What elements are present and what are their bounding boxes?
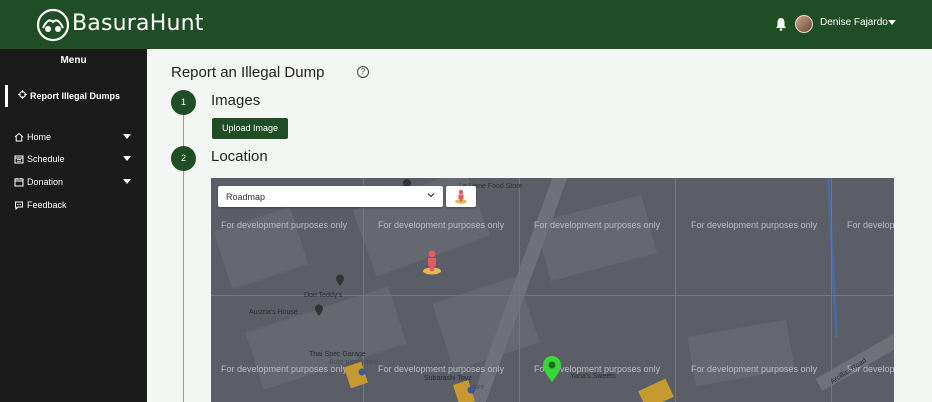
sidebar-item-feedback[interactable]: Feedback [14,199,134,213]
map-road [815,318,894,392]
dev-watermark: For development purposes only [847,220,894,230]
bell-icon[interactable] [775,17,787,31]
dev-watermark: For development purposes only [378,220,505,230]
map-type-select[interactable]: Roadmap [218,186,443,207]
help-icon[interactable]: ? [357,66,369,78]
home-icon [14,132,24,142]
dev-watermark: For development purposes only [691,220,818,230]
step-number: 2 [171,146,196,171]
map-poi-icon[interactable] [358,368,366,376]
poi-label: Don Teddy's [304,292,343,299]
dev-watermark: For development purposes only [534,220,661,230]
sidebar-item-home[interactable]: Home [14,131,134,145]
avatar[interactable] [795,15,813,33]
chevron-down-icon [427,193,435,198]
main-content: Report an Illegal Dump ? 1 Images Upload… [147,49,932,402]
calendar-icon [14,155,24,164]
map-building [638,378,674,402]
dev-watermark: For development purposes only [221,220,348,230]
feedback-icon [15,201,23,210]
step-connector [183,115,184,147]
poi-label: Yana's Sweets [570,373,616,380]
location-pin-icon[interactable] [541,355,563,383]
map-block [245,286,407,390]
chevron-down-icon[interactable] [123,134,131,139]
map-type-value: Roadmap [226,192,266,202]
map-tile-line [519,178,520,402]
sidebar-item-label: Feedback [27,200,67,210]
poi-label: Austria's House [249,309,298,316]
page-title: Report an Illegal Dump [171,64,325,81]
sidebar-item-label: Report Illegal Dumps [30,91,121,101]
pegman-icon[interactable] [421,249,443,275]
sidebar-item-label: Donation [27,177,64,187]
dev-watermark: For development purposes only [378,364,505,374]
chevron-down-icon[interactable] [123,156,131,161]
sidebar: Menu Report Illegal Dumps Home Schedule [0,49,147,402]
user-name[interactable]: Denise Fajardo [820,17,888,28]
poi-label: Thai Spec Garage [309,351,366,358]
crosshair-icon [18,90,27,99]
top-navbar: BasuraHunt Denise Fajardo [0,0,932,49]
step-connector [183,171,184,402]
sidebar-item-label: Schedule [27,154,65,164]
step-title: Images [211,92,261,109]
location-map[interactable]: For development purposes only For develo… [211,178,894,402]
street-view-button[interactable] [446,186,476,207]
sidebar-item-report-illegal-dumps[interactable]: Report Illegal Dumps [5,85,145,107]
upload-image-button[interactable]: Upload Image [212,118,288,139]
map-waterway [826,178,839,338]
calendar-icon [14,178,24,187]
map-poi-icon[interactable] [314,304,324,316]
map-poi-icon[interactable] [467,386,475,394]
pegman-icon [455,189,467,204]
caret-down-icon[interactable] [888,20,896,25]
map-tile-line [675,178,676,402]
sidebar-item-label: Home [27,132,52,142]
dev-watermark: For development purposes only [691,364,818,374]
map-block [687,319,795,387]
basurahunt-logo[interactable] [36,8,70,42]
brand-name[interactable]: BasuraHunt [72,11,204,36]
chevron-down-icon[interactable] [123,179,131,184]
sidebar-item-schedule[interactable]: Schedule [14,153,134,167]
step-title: Location [211,148,268,165]
sidebar-item-donation[interactable]: Donation [14,176,134,190]
map-poi-icon[interactable] [335,274,345,286]
sidebar-title: Menu [60,55,87,66]
step-number: 1 [171,90,196,115]
map-tile-line [831,178,832,402]
